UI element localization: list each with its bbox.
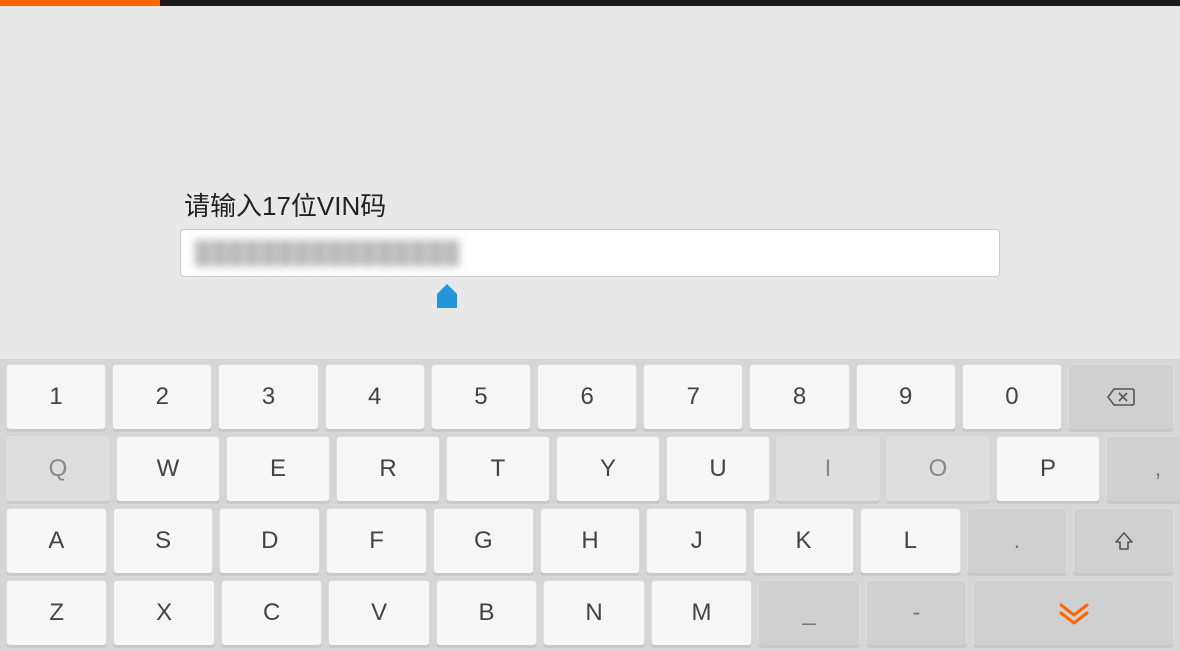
key-l[interactable]: L xyxy=(860,508,961,574)
key-i[interactable]: I xyxy=(776,436,880,502)
collapse-keyboard-icon xyxy=(1057,601,1091,625)
onscreen-keyboard: 1 2 3 4 5 6 7 8 9 0 Q W E R T Y U I O P … xyxy=(0,359,1180,651)
vin-label: 请输入17位VIN码 xyxy=(180,186,1000,223)
key-1[interactable]: 1 xyxy=(6,364,106,430)
key-c[interactable]: C xyxy=(221,580,322,646)
key-0[interactable]: 0 xyxy=(962,364,1062,430)
key-u[interactable]: U xyxy=(666,436,770,502)
key-y[interactable]: Y xyxy=(556,436,660,502)
key-a[interactable]: A xyxy=(6,508,107,574)
key-w[interactable]: W xyxy=(116,436,220,502)
key-4[interactable]: 4 xyxy=(325,364,425,430)
key-s[interactable]: S xyxy=(113,508,214,574)
key-9[interactable]: 9 xyxy=(856,364,956,430)
key-f[interactable]: F xyxy=(326,508,427,574)
key-period[interactable]: . xyxy=(967,508,1068,574)
key-3[interactable]: 3 xyxy=(218,364,318,430)
key-v[interactable]: V xyxy=(328,580,429,646)
vin-input-value: ████████████████ xyxy=(195,240,460,266)
key-dash[interactable]: - xyxy=(866,580,967,646)
key-m[interactable]: M xyxy=(651,580,752,646)
backspace-icon xyxy=(1106,387,1136,407)
content-area: 请输入17位VIN码 ████████████████ xyxy=(0,6,1180,359)
vin-prompt: 请输入17位VIN码 ████████████████ xyxy=(180,186,1000,277)
key-7[interactable]: 7 xyxy=(643,364,743,430)
key-6[interactable]: 6 xyxy=(537,364,637,430)
key-g[interactable]: G xyxy=(433,508,534,574)
key-q[interactable]: Q xyxy=(6,436,110,502)
key-o[interactable]: O xyxy=(886,436,990,502)
key-h[interactable]: H xyxy=(540,508,641,574)
key-shift[interactable] xyxy=(1073,508,1174,574)
text-cursor-handle[interactable] xyxy=(437,284,457,310)
key-d[interactable]: D xyxy=(219,508,320,574)
key-underscore[interactable]: _ xyxy=(758,580,859,646)
key-b[interactable]: B xyxy=(436,580,537,646)
key-n[interactable]: N xyxy=(543,580,644,646)
key-t[interactable]: T xyxy=(446,436,550,502)
key-e[interactable]: E xyxy=(226,436,330,502)
key-z[interactable]: Z xyxy=(6,580,107,646)
key-comma[interactable]: , xyxy=(1106,436,1180,502)
key-5[interactable]: 5 xyxy=(431,364,531,430)
key-2[interactable]: 2 xyxy=(112,364,212,430)
key-hide-keyboard[interactable] xyxy=(973,580,1174,646)
vin-input[interactable]: ████████████████ xyxy=(180,229,1000,277)
shift-icon xyxy=(1113,530,1135,552)
key-x[interactable]: X xyxy=(113,580,214,646)
key-k[interactable]: K xyxy=(753,508,854,574)
key-8[interactable]: 8 xyxy=(749,364,849,430)
key-backspace[interactable] xyxy=(1068,364,1174,430)
key-p[interactable]: P xyxy=(996,436,1100,502)
key-r[interactable]: R xyxy=(336,436,440,502)
key-j[interactable]: J xyxy=(646,508,747,574)
